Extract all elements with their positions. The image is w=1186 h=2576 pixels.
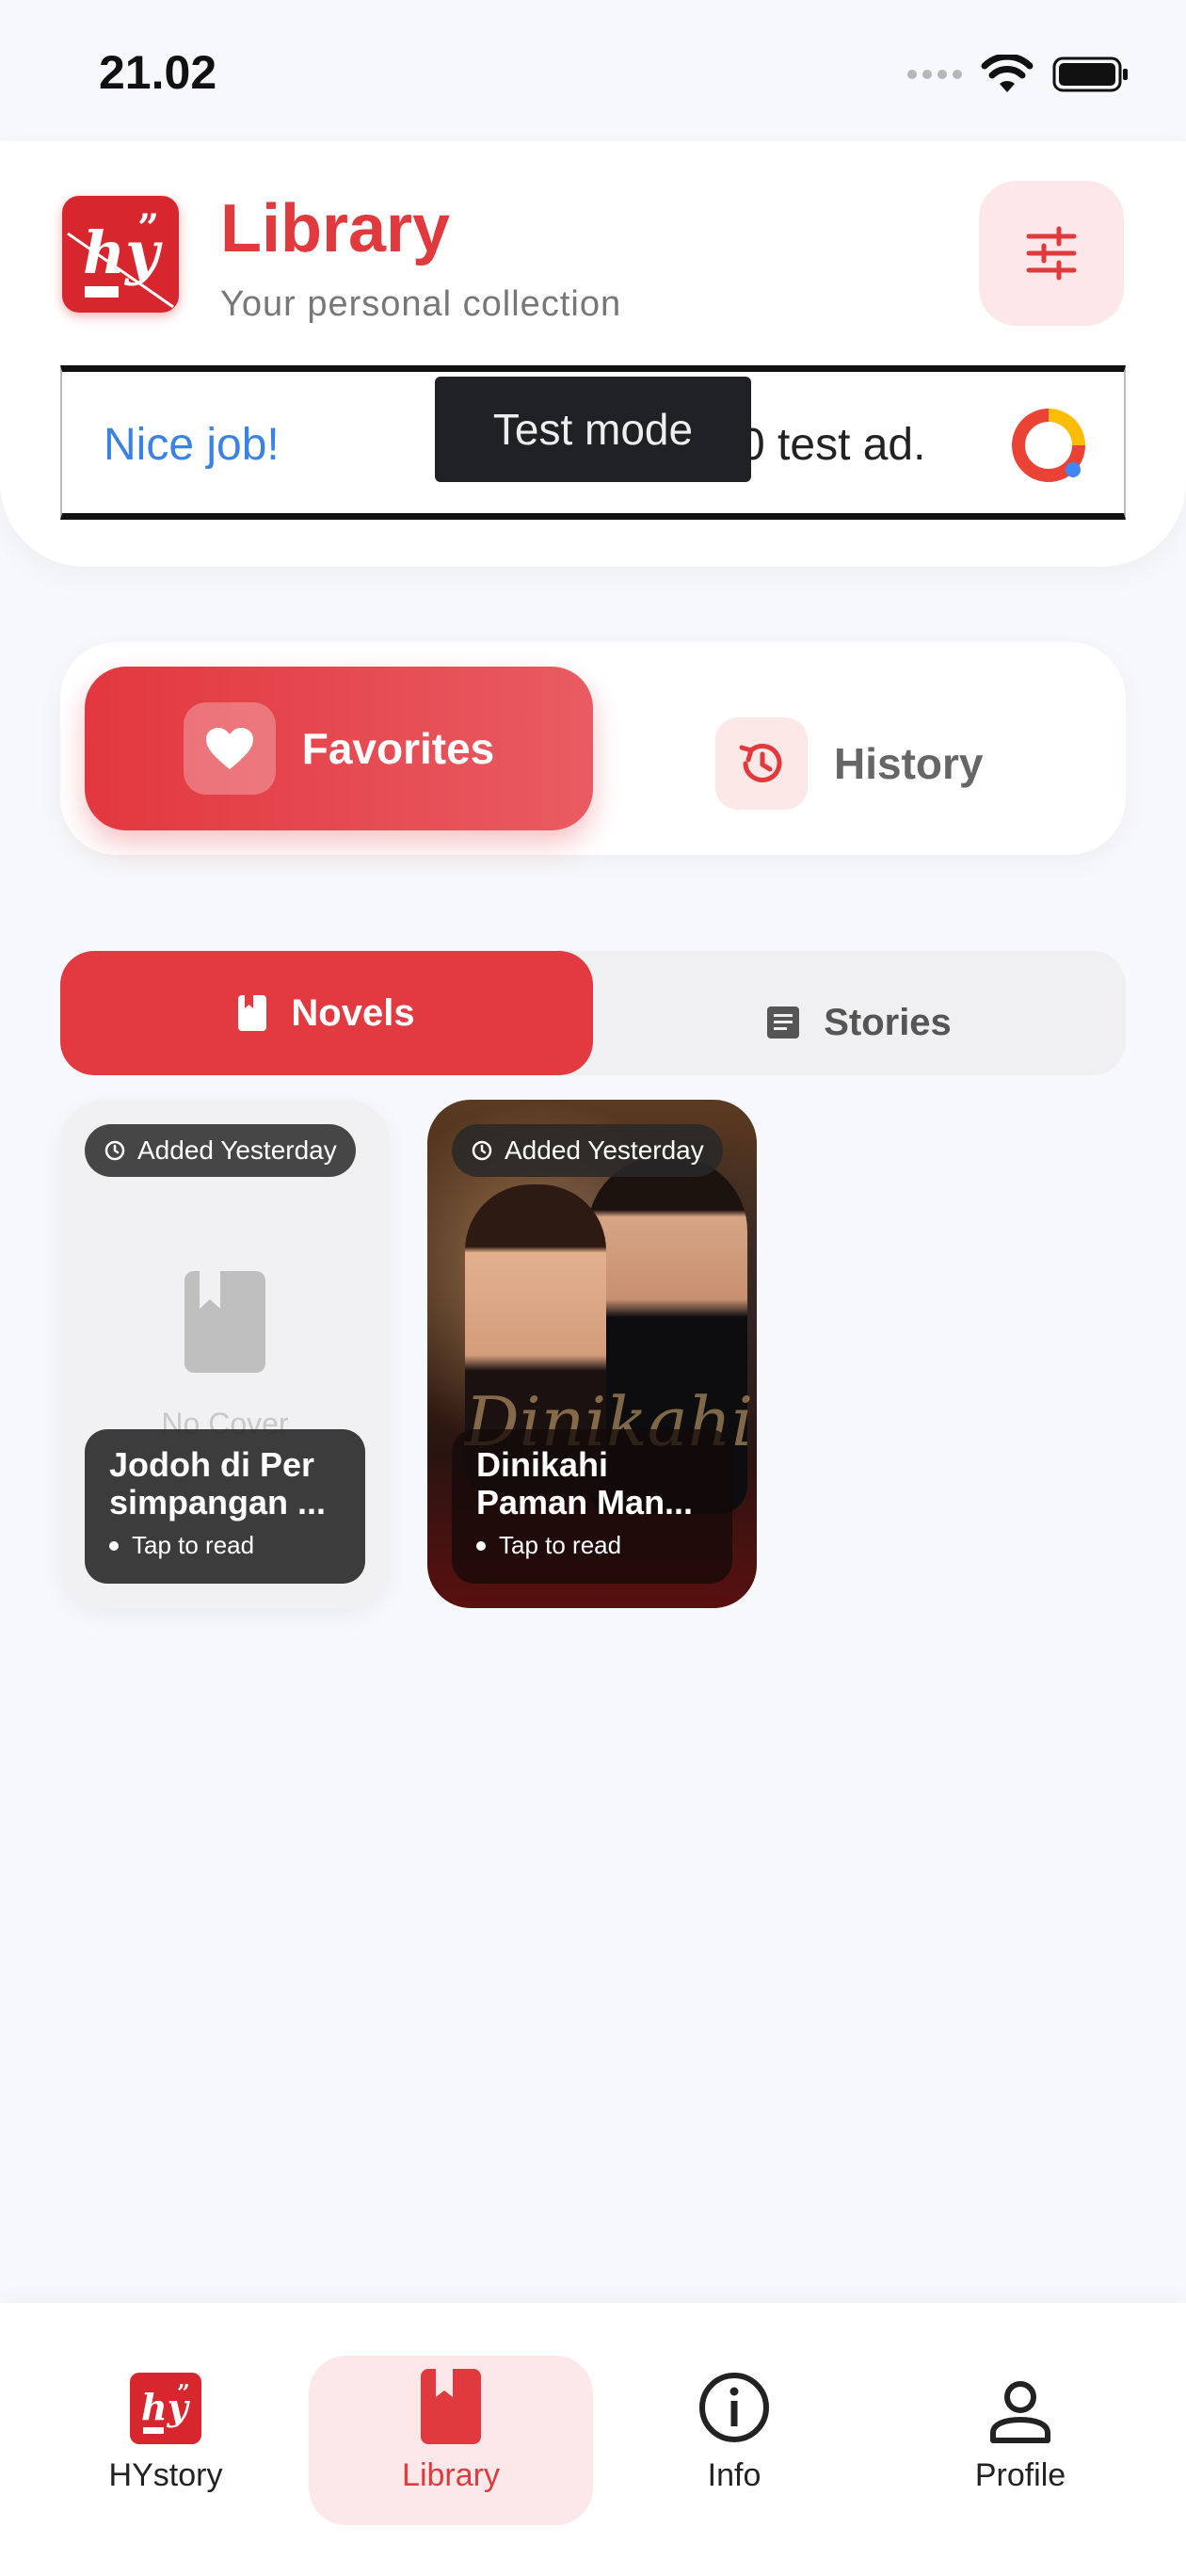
book-icon (238, 995, 267, 1031)
wifi-icon (981, 55, 1034, 92)
book-card[interactable]: Dinikahi Added Yesterday Dinikahi Paman … (427, 1100, 757, 1608)
tab-stories[interactable]: Stories (593, 960, 1126, 1085)
tap-to-read-label: Tap to read (132, 1531, 255, 1559)
favorites-label: Favorites (301, 724, 495, 773)
ad-headline: Nice job! (104, 420, 280, 470)
article-icon (767, 1006, 800, 1038)
history-icon (715, 717, 808, 810)
heart-icon (183, 702, 276, 795)
dot-icon (109, 1540, 119, 1551)
tap-to-read-label: Tap to read (499, 1531, 622, 1559)
svg-text:”: ” (137, 206, 159, 250)
nav-hystory[interactable]: hy ” HYstory (24, 2356, 307, 2525)
clock-icon (104, 1140, 125, 1161)
hystory-logo-icon: hy ” (130, 2373, 201, 2444)
favorites-history-switch: Favorites History (60, 642, 1126, 855)
book-icon (421, 2369, 481, 2444)
added-badge: Added Yesterday (452, 1124, 723, 1177)
page-subtitle: Your personal collection (220, 284, 622, 324)
status-icons (907, 55, 1130, 94)
filter-button[interactable] (979, 181, 1124, 326)
book-info: Dinikahi Paman Man... Tap to read (452, 1429, 732, 1584)
sliders-icon (1026, 226, 1077, 281)
tab-novels-label: Novels (291, 991, 415, 1034)
svg-text:”: ” (177, 2379, 190, 2407)
app-logo: hy ” (62, 196, 179, 313)
nav-library[interactable]: Library (309, 2356, 593, 2525)
test-mode-label: Test mode (435, 377, 751, 482)
history-label: History (834, 739, 984, 788)
status-bar: 21.02 (0, 0, 1186, 141)
tap-to-read: Tap to read (476, 1531, 708, 1560)
battery-icon (1052, 56, 1128, 92)
hystory-logo-icon: hy ” (67, 206, 174, 309)
nav-library-label: Library (402, 2457, 500, 2493)
tab-novels[interactable]: Novels (60, 951, 593, 1075)
book-title: Jodoh di Per simpangan ... (109, 1446, 327, 1521)
person-icon (990, 2381, 1050, 2443)
clock-icon (472, 1140, 492, 1161)
history-button[interactable]: History (715, 717, 983, 810)
book-title: Dinikahi Paman Man... (476, 1446, 694, 1521)
added-badge-label: Added Yesterday (505, 1135, 704, 1165)
header-card: hy ” Library Your personal collection Ni… (0, 141, 1186, 567)
nav-profile-label: Profile (974, 2457, 1066, 2493)
info-icon (699, 2373, 769, 2442)
bottom-nav: hy ” HYstory Library Info Profile (0, 2303, 1186, 2576)
nav-hystory-label: HYstory (108, 2457, 223, 2493)
dot-icon (476, 1540, 486, 1551)
tab-stories-label: Stories (824, 1001, 952, 1043)
tap-to-read: Tap to read (109, 1531, 341, 1560)
page-title: Library (220, 191, 451, 266)
cellular-signal-icon (907, 70, 962, 79)
ad-logo-icon (1012, 409, 1085, 482)
no-cover-book-icon (184, 1271, 265, 1373)
nav-info-label: Info (707, 2457, 761, 2493)
nav-profile[interactable]: Profile (879, 2356, 1162, 2525)
status-time: 21.02 (99, 46, 217, 99)
content-type-tabs: Novels Stories (60, 951, 1126, 1075)
book-card[interactable]: Added Yesterday No Cover Jodoh di Per si… (60, 1100, 390, 1608)
ad-body-text: 0 test ad. (740, 420, 926, 470)
added-badge: Added Yesterday (85, 1124, 356, 1177)
favorites-button[interactable]: Favorites (85, 667, 593, 830)
nav-info[interactable]: Info (593, 2356, 875, 2525)
added-badge-label: Added Yesterday (137, 1135, 337, 1165)
book-info: Jodoh di Per simpangan ... Tap to read (85, 1429, 365, 1584)
